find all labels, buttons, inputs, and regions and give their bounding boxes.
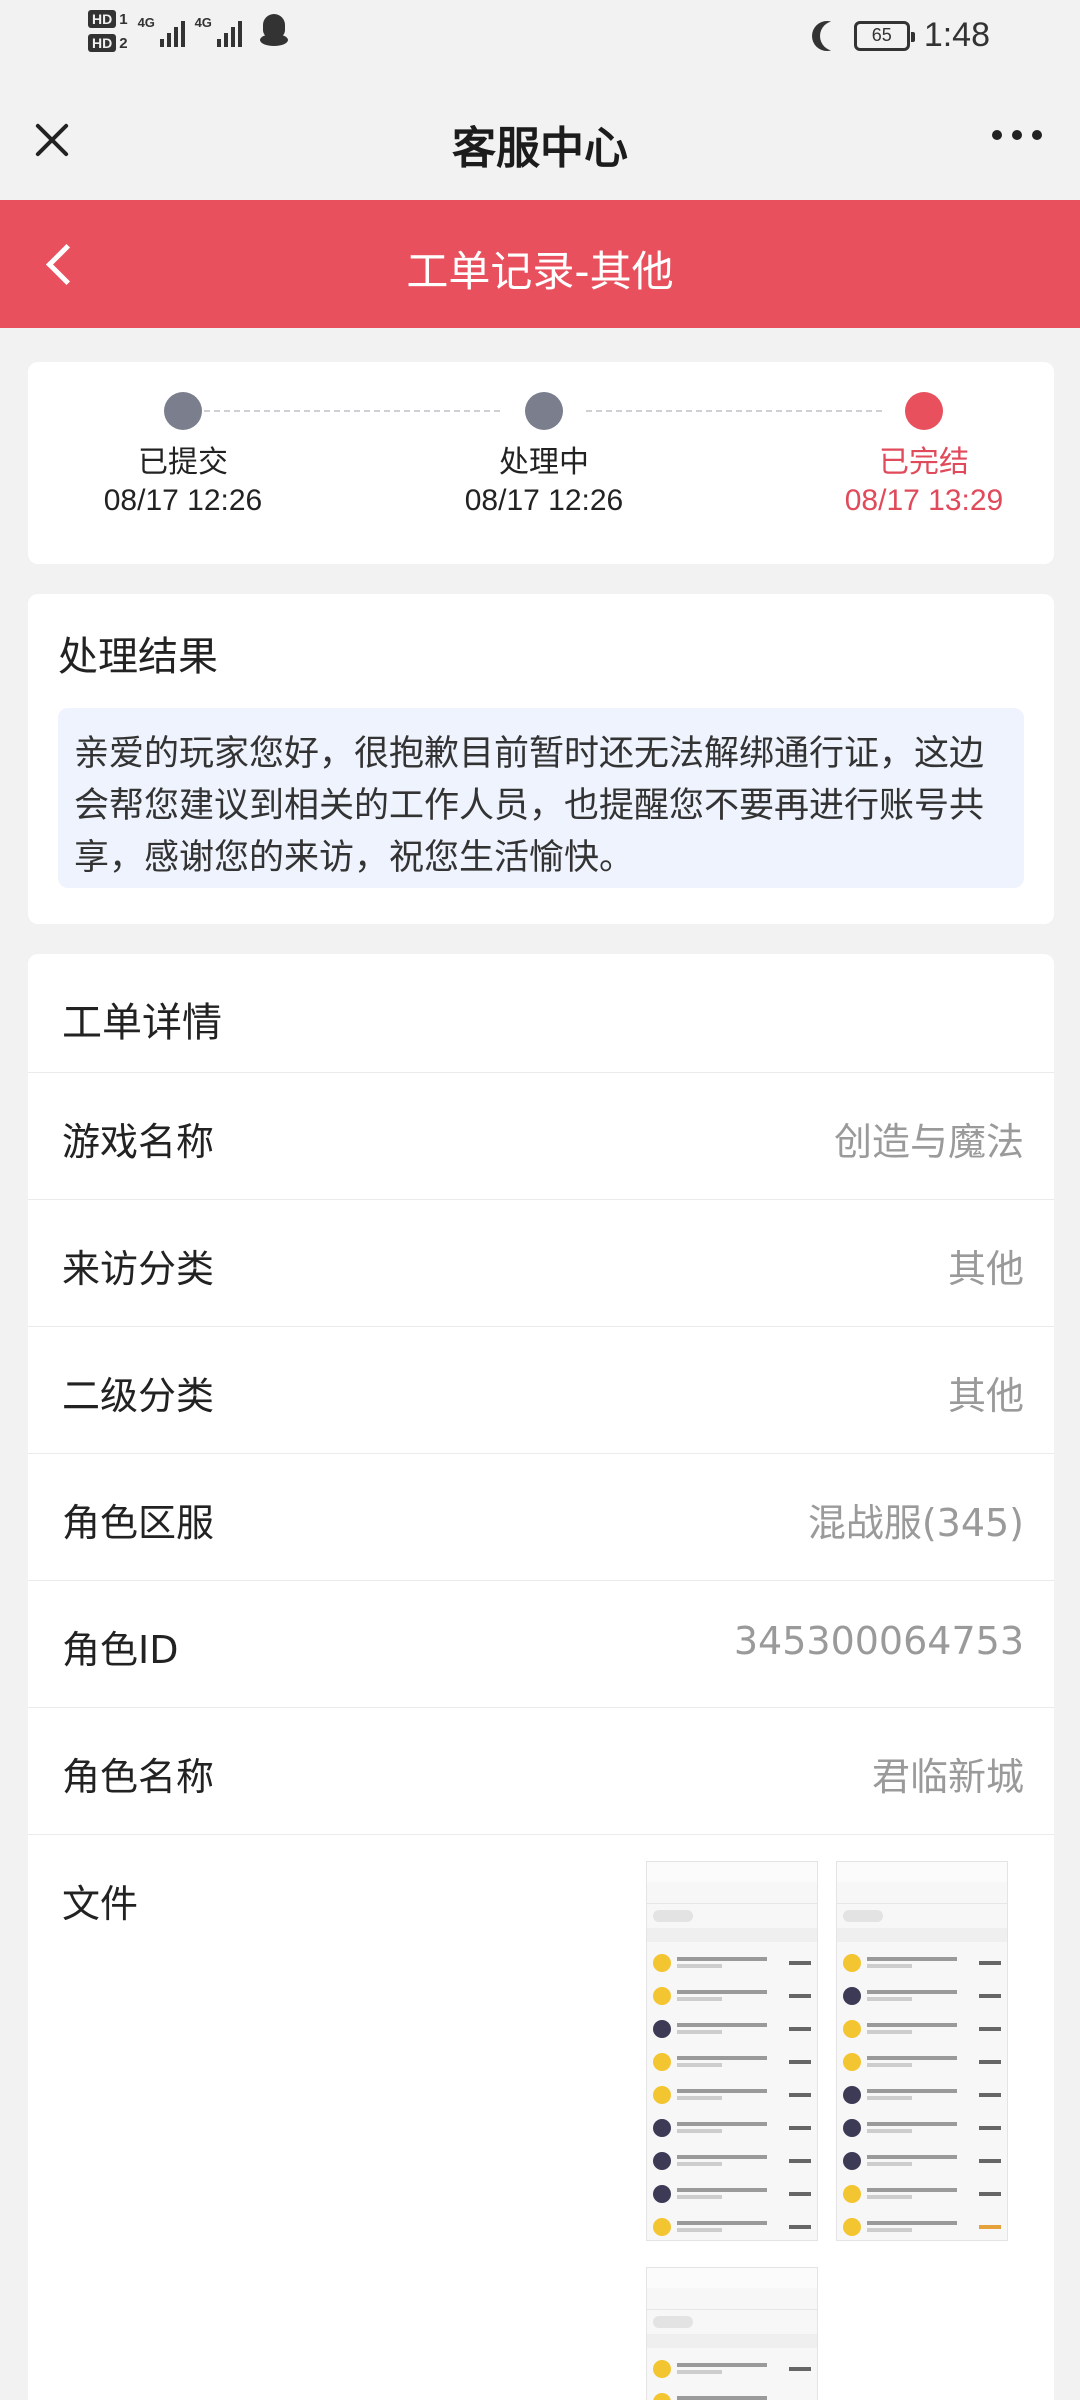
app-title: 客服中心 xyxy=(452,123,628,174)
status-right: 65 1:48 xyxy=(810,16,990,55)
step-processing: 处理中 08/17 12:26 xyxy=(424,392,664,520)
detail-row-files: 文件 xyxy=(28,1834,1054,2400)
step-time: 08/17 12:26 xyxy=(103,484,263,517)
step-dot xyxy=(525,392,563,430)
step-time: 08/17 13:29 xyxy=(844,484,1004,517)
row-value: 创造与魔法 xyxy=(833,1120,1024,1164)
step-label: 处理中 xyxy=(499,445,589,480)
result-card: 处理结果 亲爱的玩家您好，很抱歉目前暂时还无法解绑通行证，这边会帮您建议到相关的… xyxy=(28,594,1054,924)
ticket-progress: 已提交 08/17 12:26 处理中 08/17 12:26 已完结 08/1… xyxy=(28,362,1054,564)
row-label: 二级分类 xyxy=(62,1374,215,1418)
row-label: 来访分类 xyxy=(62,1247,215,1291)
app-title-bar: 客服中心 xyxy=(0,80,1080,200)
moon-icon xyxy=(820,21,850,51)
row-label: 角色名称 xyxy=(62,1755,215,1799)
result-title: 处理结果 xyxy=(58,634,218,680)
step-dot xyxy=(164,392,202,430)
more-options-icon[interactable] xyxy=(992,130,1042,140)
step-completed: 已完结 08/17 13:29 xyxy=(804,392,1044,520)
row-label: 角色ID xyxy=(62,1628,179,1672)
detail-row-game: 游戏名称 创造与魔法 xyxy=(28,1072,1054,1199)
status-time: 1:48 xyxy=(923,16,990,54)
result-text: 亲爱的玩家您好，很抱歉目前暂时还无法解绑通行证，这边会帮您建议到相关的工作人员，… xyxy=(58,708,1024,888)
attachment-thumbnail[interactable] xyxy=(646,1861,818,2241)
step-label: 已完结 xyxy=(879,445,969,480)
step-label: 已提交 xyxy=(138,445,228,480)
sim2-indicator: HD 2 xyxy=(88,34,128,52)
signal-icon: 4G xyxy=(195,15,242,47)
page-header: 工单记录-其他 xyxy=(0,200,1080,328)
step-dot xyxy=(905,392,943,430)
row-label: 文件 xyxy=(62,1882,139,1926)
page-title: 工单记录-其他 xyxy=(406,247,674,296)
row-label: 游戏名称 xyxy=(62,1120,215,1164)
status-left: HD 1 HD 2 4G 4G xyxy=(88,10,288,52)
details-card: 工单详情 游戏名称 创造与魔法 来访分类 其他 二级分类 其他 角色区服 混战服… xyxy=(28,954,1054,2400)
details-title: 工单详情 xyxy=(62,1000,222,1046)
row-label: 角色区服 xyxy=(62,1501,215,1545)
row-value: 其他 xyxy=(947,1247,1024,1291)
qq-icon xyxy=(259,14,288,48)
row-value: 混战服(345) xyxy=(807,1501,1024,1545)
signal-icon: 4G xyxy=(138,15,185,47)
detail-row-server: 角色区服 混战服(345) xyxy=(28,1453,1054,1580)
battery-level: 65 xyxy=(871,25,892,45)
status-bar: HD 1 HD 2 4G 4G 65 1:48 xyxy=(0,0,1080,80)
step-time: 08/17 12:26 xyxy=(464,484,624,517)
battery-icon: 65 xyxy=(853,20,915,51)
row-value: 345300064753 xyxy=(733,1619,1024,1663)
row-value: 君临新城 xyxy=(871,1755,1024,1799)
step-submitted: 已提交 08/17 12:26 xyxy=(63,392,303,520)
row-value: 其他 xyxy=(947,1374,1024,1418)
detail-row-subcategory: 二级分类 其他 xyxy=(28,1326,1054,1453)
attachment-thumbnail[interactable] xyxy=(836,1861,1008,2241)
detail-row-role-name: 角色名称 君临新城 xyxy=(28,1707,1054,1834)
detail-row-role-id: 角色ID 345300064753 xyxy=(28,1580,1054,1707)
sim1-indicator: HD 1 xyxy=(88,10,128,28)
attachment-thumbnail[interactable] xyxy=(646,2267,818,2400)
detail-row-category: 来访分类 其他 xyxy=(28,1199,1054,1326)
